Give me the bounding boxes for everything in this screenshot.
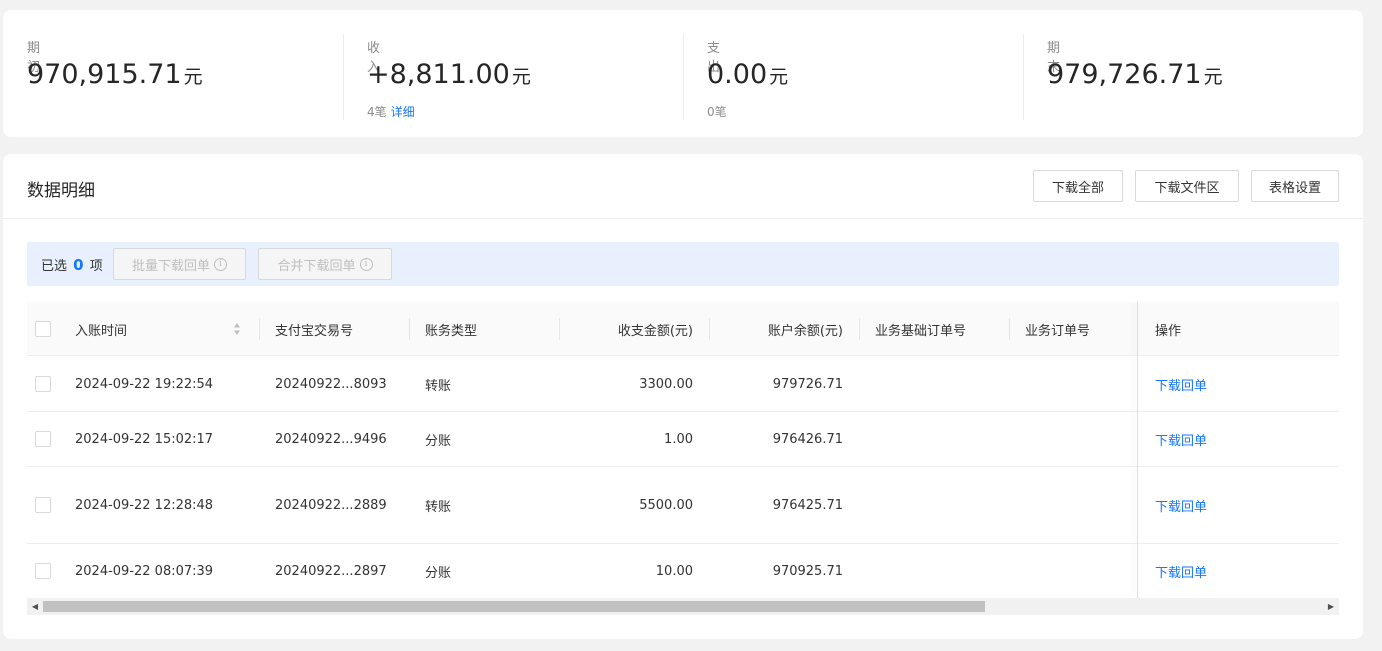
summary-divider (1023, 34, 1024, 120)
selection-status: 已选 0 项 (41, 255, 103, 274)
column-separator (1009, 318, 1010, 340)
horizontal-scrollbar[interactable]: ◀ ▶ (27, 598, 1339, 615)
cell-time: 2024-09-22 12:28:48 (75, 497, 214, 513)
cell-amount: 10.00 (655, 564, 693, 579)
closing-unit: 元 (1203, 66, 1223, 88)
cell-type: 分账 (425, 566, 452, 581)
table-row: 2024-09-22 08:07:39 20240922...2897 分账 1… (27, 544, 1339, 598)
table-row: 2024-09-22 12:28:48 20240922...2889 转账 5… (27, 467, 1339, 544)
row-checkbox[interactable] (35, 376, 51, 392)
transactions-table: 入账时间 支付宝交易号 账务类型 收支金额(元) 账户余额(元) 业务基础订单号… (27, 302, 1339, 598)
income-count-row: 4笔 详细 (367, 103, 415, 120)
income-count: 4笔 (367, 105, 387, 119)
column-header-base-order: 业务基础订单号 (875, 323, 967, 339)
table-settings-button[interactable]: 表格设置 (1251, 170, 1339, 202)
cell-time: 2024-09-22 08:07:39 (75, 564, 214, 579)
info-circle-icon: i (214, 257, 227, 271)
header-divider (3, 218, 1363, 219)
selection-suffix: 项 (89, 259, 103, 274)
opening-amount: 970,915.71 (27, 59, 182, 90)
cell-trade-no: 20240922...2889 (275, 497, 387, 513)
income-detail-link[interactable]: 详细 (391, 105, 415, 119)
income-amount: +8,811.00 (367, 59, 510, 90)
column-header-amount: 收支金额(元) (617, 323, 693, 339)
detail-title: 数据明细 (27, 181, 95, 201)
scroll-right-arrow-icon[interactable]: ▶ (1323, 598, 1339, 615)
row-checkbox[interactable] (35, 497, 51, 513)
download-receipt-link[interactable]: 下载回单 (1155, 467, 1207, 543)
cell-trade-no: 20240922...8093 (275, 376, 387, 392)
download-receipt-link[interactable]: 下载回单 (1155, 412, 1207, 466)
cell-time: 2024-09-22 19:22:54 (75, 376, 214, 392)
cell-amount: 5500.00 (639, 497, 693, 513)
selection-prefix: 已选 (41, 259, 68, 274)
cell-balance: 976426.71 (772, 431, 843, 447)
closing-amount: 979,726.71 (1047, 59, 1202, 90)
download-area-button[interactable]: 下载文件区 (1135, 170, 1239, 202)
column-header-balance: 账户余额(元) (767, 323, 843, 339)
fixed-column-shadow (1137, 302, 1138, 598)
row-checkbox[interactable] (35, 431, 51, 447)
selection-bar: 已选 0 项 批量下载回单 i 合并下载回单 i (27, 242, 1339, 286)
expense-count: 0笔 (707, 105, 727, 119)
download-receipt-link[interactable]: 下载回单 (1155, 544, 1207, 598)
cell-time: 2024-09-22 15:02:17 (75, 431, 214, 447)
cell-balance: 979726.71 (772, 376, 843, 392)
selection-count: 0 (73, 256, 84, 274)
cell-trade-no: 20240922...9496 (275, 431, 387, 447)
column-separator (409, 318, 410, 340)
opening-unit: 元 (183, 66, 203, 88)
expense-amount: 0.00 (707, 59, 768, 90)
column-header-type: 账务类型 (425, 323, 478, 339)
cell-amount: 3300.00 (639, 376, 693, 392)
column-header-order: 业务订单号 (1025, 323, 1091, 339)
column-separator (259, 318, 260, 340)
column-header-action: 操作 (1155, 323, 1182, 339)
batch-download-label: 批量下载回单 (131, 258, 210, 274)
summary-divider (683, 34, 684, 120)
download-all-button[interactable]: 下载全部 (1033, 170, 1123, 202)
scroll-left-arrow-icon[interactable]: ◀ (27, 598, 43, 615)
info-circle-icon: i (359, 257, 373, 271)
cell-balance: 970925.71 (772, 564, 843, 579)
table-row: 2024-09-22 19:22:54 20240922...8093 转账 3… (27, 357, 1339, 412)
expense-unit: 元 (769, 66, 789, 88)
sort-icon[interactable] (233, 321, 241, 337)
row-checkbox[interactable] (35, 563, 51, 579)
cell-type: 分账 (425, 433, 452, 449)
income-value: +8,811.00 元 (367, 59, 531, 90)
merge-download-label: 合并下载回单 (277, 258, 356, 274)
cell-balance: 976425.71 (772, 497, 843, 513)
table-header: 入账时间 支付宝交易号 账务类型 收支金额(元) 账户余额(元) 业务基础订单号… (27, 302, 1339, 356)
closing-value: 979,726.71 元 (1047, 59, 1223, 90)
column-header-trade-no: 支付宝交易号 (275, 323, 354, 339)
scrollbar-thumb[interactable] (43, 601, 985, 612)
cell-type: 转账 (425, 378, 452, 394)
expense-value: 0.00 元 (707, 59, 788, 90)
opening-value: 970,915.71 元 (27, 59, 203, 90)
data-detail-card: 数据明细 下载全部 下载文件区 表格设置 已选 0 项 批量下载回单 i 合并下… (3, 154, 1363, 639)
table-row: 2024-09-22 15:02:17 20240922...9496 分账 1… (27, 412, 1339, 467)
income-unit: 元 (511, 66, 531, 88)
download-receipt-link[interactable]: 下载回单 (1155, 357, 1207, 411)
column-header-time[interactable]: 入账时间 (75, 302, 127, 356)
merge-download-receipt-button[interactable]: 合并下载回单 i (258, 248, 392, 280)
summary-divider (343, 34, 344, 120)
select-all-checkbox[interactable] (35, 321, 51, 337)
cell-trade-no: 20240922...2897 (275, 564, 387, 579)
batch-download-receipt-button[interactable]: 批量下载回单 i (113, 248, 246, 280)
summary-card: 期初 970,915.71 元 收入 +8,811.00 元 4笔 详细 支出 0.0… (3, 10, 1363, 137)
cell-type: 转账 (425, 499, 452, 515)
cell-amount: 1.00 (664, 431, 693, 447)
column-separator (859, 318, 860, 340)
